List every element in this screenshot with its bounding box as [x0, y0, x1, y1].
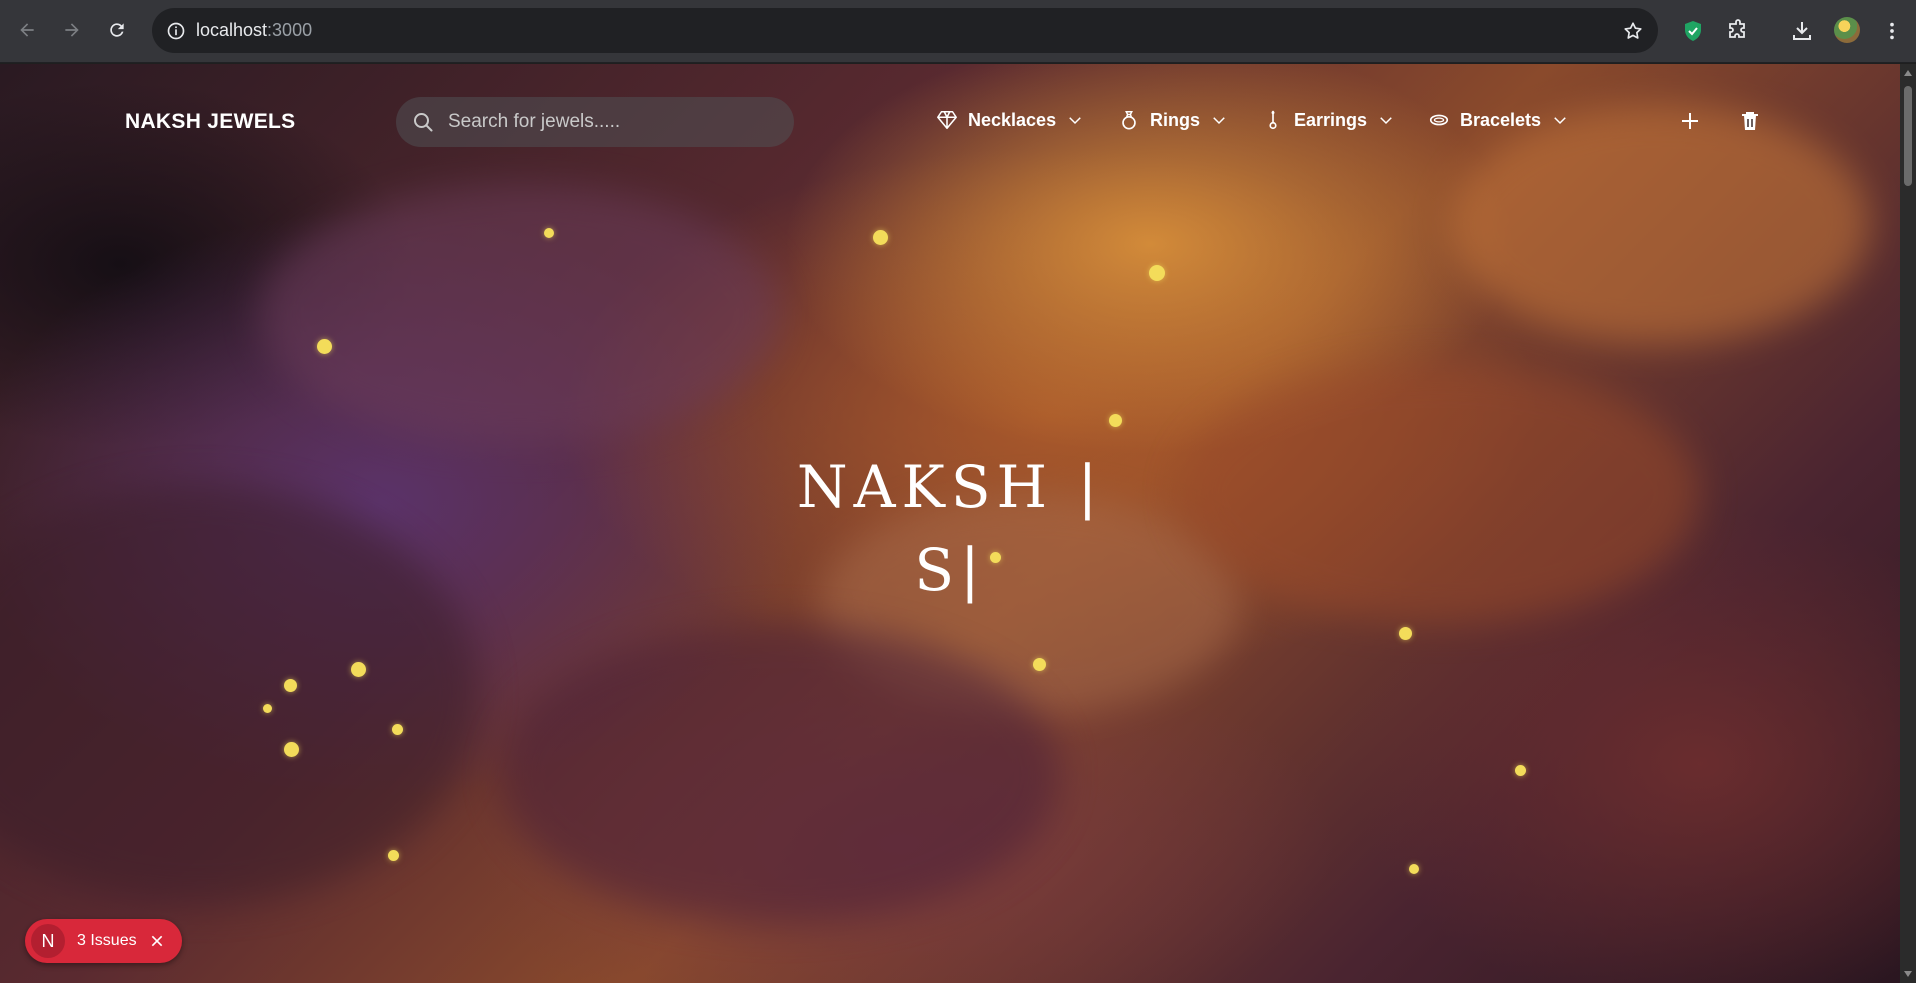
sparkle	[351, 662, 366, 677]
shield-icon	[1685, 21, 1701, 41]
sparkle	[284, 679, 297, 692]
add-button[interactable]	[1677, 108, 1703, 134]
hero-title-line2: S|	[914, 536, 986, 604]
sparkle	[873, 230, 888, 245]
scrollbar-thumb[interactable]	[1904, 86, 1912, 186]
brand-logo[interactable]: NAKSH JEWELS	[125, 110, 295, 134]
hero-title: NAKSH | S|	[760, 446, 1140, 612]
menu-label: Rings	[1150, 109, 1201, 130]
plus-icon	[1682, 113, 1698, 129]
downloads-button[interactable]	[1787, 16, 1817, 46]
sparkle	[1033, 658, 1046, 671]
menu-label: Bracelets	[1460, 109, 1542, 130]
trash-icon	[1742, 112, 1758, 130]
browser-toolbar: localhost:3000	[0, 0, 1916, 63]
star-icon[interactable]	[1622, 20, 1644, 42]
chevron-down-icon	[1213, 117, 1225, 125]
chevron-down-icon	[1380, 117, 1392, 125]
menu-earrings[interactable]: Earrings	[1262, 105, 1395, 135]
background-shape	[500, 624, 1060, 924]
nextjs-logo-icon: N	[31, 924, 65, 958]
search-icon	[414, 113, 433, 132]
ring-icon	[1122, 111, 1136, 130]
scroll-up-arrow[interactable]	[1904, 70, 1912, 76]
sparkle	[990, 552, 1001, 563]
sparkle	[263, 704, 272, 713]
arrow-right-icon	[65, 23, 79, 37]
puzzle-icon	[1729, 19, 1745, 38]
menu-rings[interactable]: Rings	[1118, 105, 1228, 135]
bracelet-icon	[1429, 114, 1449, 126]
sparkle	[392, 724, 403, 735]
more-vert-icon	[1890, 22, 1894, 40]
sparkle	[317, 339, 332, 354]
sparkle	[1399, 627, 1412, 640]
issues-count[interactable]: 3 Issues	[77, 932, 137, 950]
forward-button[interactable]	[57, 15, 87, 45]
chevron-down-icon	[1069, 117, 1081, 125]
sparkle	[284, 742, 299, 757]
sparkle	[1149, 265, 1165, 281]
sparkle	[1109, 414, 1122, 427]
background-shape	[260, 184, 780, 444]
browser-menu-button[interactable]	[1877, 16, 1907, 46]
menu-bracelets[interactable]: Bracelets	[1428, 105, 1569, 135]
info-icon[interactable]	[166, 21, 186, 41]
page-viewport: NAKSH JEWELS Necklaces Rings Earrings	[0, 64, 1900, 983]
arrow-left-icon	[20, 23, 34, 37]
menu-necklaces[interactable]: Necklaces	[936, 105, 1084, 135]
search-input[interactable]	[446, 97, 776, 147]
dev-issues-badge[interactable]: N 3 Issues	[25, 919, 182, 963]
back-button[interactable]	[12, 15, 42, 45]
background-shape	[1180, 364, 1700, 624]
menu-label: Earrings	[1294, 109, 1368, 130]
search-bar[interactable]	[396, 97, 794, 147]
sparkle	[388, 850, 399, 861]
download-icon	[1793, 22, 1811, 40]
extension-shield-button[interactable]	[1678, 16, 1708, 46]
page-scrollbar[interactable]	[1900, 64, 1916, 983]
diamond-icon	[937, 110, 957, 130]
reload-button[interactable]	[102, 15, 132, 45]
sparkle	[544, 228, 554, 238]
hero-title-line1: NAKSH |	[796, 453, 1104, 521]
reload-icon	[110, 23, 124, 37]
profile-avatar[interactable]	[1834, 17, 1860, 43]
sparkle	[1409, 864, 1419, 874]
address-bar[interactable]: localhost:3000	[152, 8, 1658, 53]
menu-label: Necklaces	[968, 109, 1057, 130]
earring-icon	[1269, 110, 1277, 130]
url-text: localhost:3000	[196, 20, 313, 40]
close-icon[interactable]	[149, 933, 165, 949]
delete-button[interactable]	[1737, 108, 1763, 134]
background-shape	[1450, 104, 1870, 344]
sparkle	[1515, 765, 1526, 776]
extensions-button[interactable]	[1723, 16, 1753, 46]
background-shape	[0, 484, 480, 904]
chevron-down-icon	[1554, 117, 1566, 125]
scroll-down-arrow[interactable]	[1904, 971, 1912, 977]
